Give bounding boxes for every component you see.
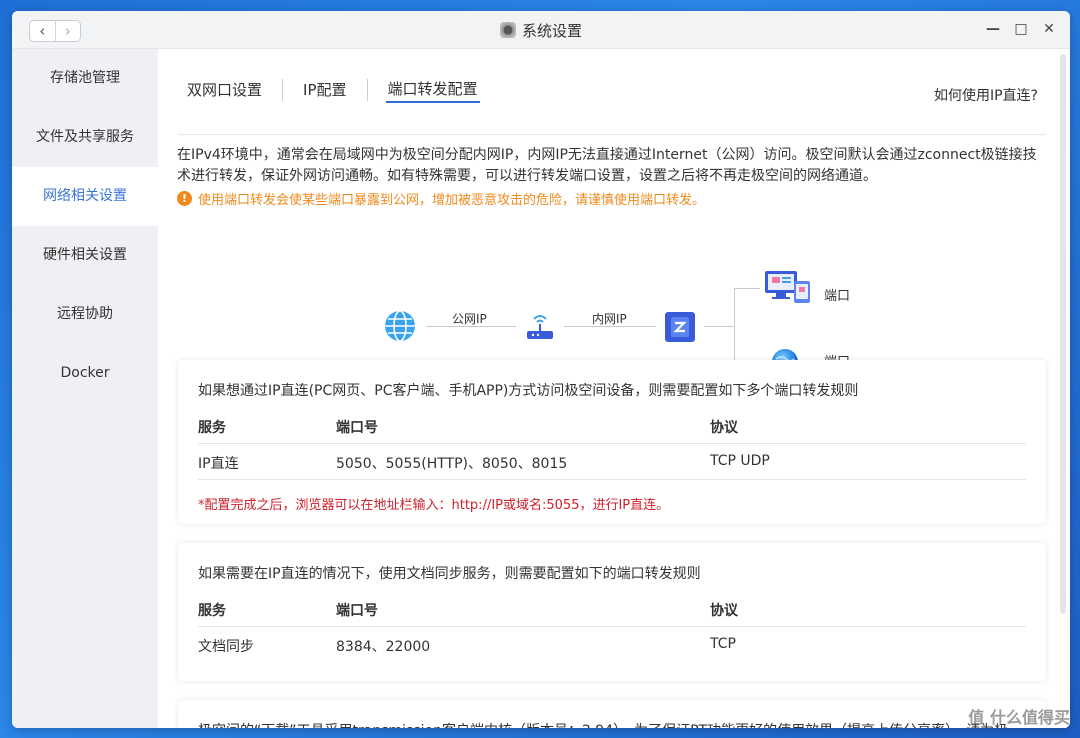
help-link[interactable]: 如何使用IP直连? [934,85,1038,105]
warning-text: 使用端口转发会使某些端口暴露到公网，增加被恶意攻击的危险，请谨慎使用端口转发。 [198,193,706,208]
tab-divider [366,79,368,101]
private-ip-label: 内网IP [592,312,627,326]
doc-sync-card: 如果需要在IP直连的情况下，使用文档同步服务，则需要配置如下的端口转发规则 服务… [178,543,1046,681]
sidebar-item-docker[interactable]: Docker [12,344,158,403]
header-protocol: 协议 [710,603,738,619]
maximize-button[interactable]: □ [1014,21,1028,37]
cell-port: 8384、22000 [336,639,431,655]
tab-dual-nic[interactable]: 双网口设置 [185,78,264,102]
window-controls: — □ ✕ [986,21,1056,37]
warning-message: ! 使用端口转发会使某些端口暴露到公网，增加被恶意攻击的危险，请谨慎使用端口转发… [177,189,705,208]
main-content: 双网口设置 IP配置 端口转发配置 如何使用IP直连? 在IPv4环境中，通常会… [158,49,1070,728]
public-ip-label: 公网IP [452,312,487,326]
table-header: 服务 端口号 协议 [198,591,1026,627]
port-label-top: 端口 [824,289,851,304]
header-service: 服务 [198,603,226,619]
intro-text: 在IPv4环境中，通常会在局域网中为极空间分配内网IP，内网IP无法直接通过In… [177,147,1037,184]
close-button[interactable]: ✕ [1042,21,1056,37]
sidebar-item-network[interactable]: 网络相关设置 [12,167,158,226]
scrollbar[interactable] [1060,54,1066,614]
globe-icon [383,309,417,347]
card-description: 极空间的“下载”工具采用transmission客户端内核（版本号：2.94），… [198,720,1008,728]
cell-protocol: TCP [710,636,736,652]
ip-direct-card: 如果想通过IP直连(PC网页、PC客户端、手机APP)方式访问极空间设备，则需要… [178,360,1046,524]
card-description: 如果想通过IP直连(PC网页、PC客户端、手机APP)方式访问极空间设备，则需要… [198,383,859,399]
settings-window: ‹ › 系统设置 — □ ✕ 存储池管理 文件及共享服务 网络相关设置 硬件相关… [12,11,1070,728]
table-row: 文档同步 8384、22000 TCP [198,627,1026,663]
title-bar: ‹ › 系统设置 — □ ✕ [12,11,1070,49]
header-protocol: 协议 [710,420,738,436]
sidebar-item-storage-pool[interactable]: 存储池管理 [12,49,158,108]
tab-divider [282,79,284,101]
sidebar-item-file-sharing[interactable]: 文件及共享服务 [12,108,158,167]
download-tool-card: 极空间的“下载”工具采用transmission客户端内核（版本号：2.94），… [178,700,1046,728]
header-port: 端口号 [336,420,378,436]
watermark: 值 什么值得买 [968,708,1070,727]
cell-protocol: TCP UDP [710,453,770,469]
cell-service: 文档同步 [198,639,254,655]
zspace-device-icon [664,311,696,347]
warning-icon: ! [177,191,192,206]
cell-port: 5050、5055(HTTP)、8050、8015 [336,456,568,472]
table-row: IP直连 5050、5055(HTTP)、8050、8015 TCP UDP [198,444,1026,480]
ip-direct-note: *配置完成之后，浏览器可以在地址栏输入：http://IP或域名:5055，进行… [198,498,670,513]
table-header: 服务 端口号 协议 [198,408,1026,444]
tab-bar: 双网口设置 IP配置 端口转发配置 [185,77,480,103]
computer-icon [764,269,812,309]
router-icon [524,311,556,347]
sidebar: 存储池管理 文件及共享服务 网络相关设置 硬件相关设置 远程协助 Docker [12,49,158,728]
window-title-area: 系统设置 [12,20,1070,41]
sidebar-item-hardware[interactable]: 硬件相关设置 [12,226,158,285]
sidebar-item-remote-assist[interactable]: 远程协助 [12,285,158,344]
tab-port-forwarding[interactable]: 端口转发配置 [385,77,480,103]
minimize-button[interactable]: — [986,21,1000,37]
tab-ip-config[interactable]: IP配置 [301,78,348,102]
window-title: 系统设置 [521,22,582,40]
cell-service: IP直连 [198,456,239,472]
settings-app-icon [499,22,516,38]
header-divider [178,134,1046,135]
card-description: 如果需要在IP直连的情况下，使用文档同步服务，则需要配置如下的端口转发规则 [198,566,701,582]
header-port: 端口号 [336,603,378,619]
header-service: 服务 [198,420,226,436]
network-diagram: 公网IP 内网IP 端口 [358,229,878,375]
